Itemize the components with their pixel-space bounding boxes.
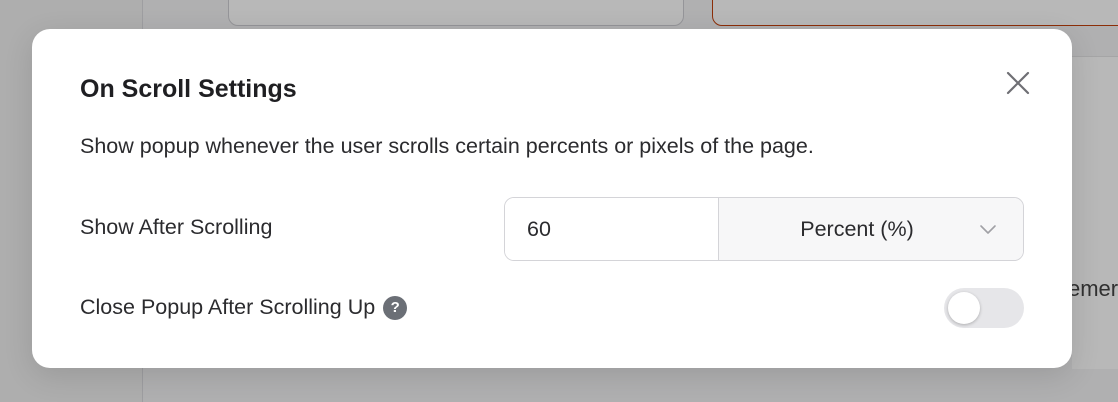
scroll-unit-value: Percent (%)	[800, 216, 914, 241]
close-after-scrolling-up-toggle[interactable]	[944, 288, 1024, 328]
modal-title: On Scroll Settings	[80, 75, 297, 103]
scroll-unit-select[interactable]: Percent (%)	[719, 198, 1023, 260]
close-icon	[1006, 71, 1030, 95]
close-button[interactable]	[1002, 67, 1034, 99]
chevron-down-icon	[979, 223, 997, 235]
close-after-scrolling-up-row: Close Popup After Scrolling Up ?	[80, 295, 408, 320]
scroll-amount-control: Percent (%)	[504, 197, 1024, 261]
help-icon[interactable]: ?	[383, 295, 408, 320]
on-scroll-settings-modal: On Scroll Settings Show popup whenever t…	[32, 29, 1072, 368]
toggle-knob	[948, 292, 980, 324]
close-after-scrolling-up-label: Close Popup After Scrolling Up	[80, 295, 376, 319]
scroll-amount-input[interactable]	[505, 198, 719, 260]
show-after-scrolling-label: Show After Scrolling	[80, 215, 273, 239]
modal-description: Show popup whenever the user scrolls cer…	[80, 134, 814, 158]
